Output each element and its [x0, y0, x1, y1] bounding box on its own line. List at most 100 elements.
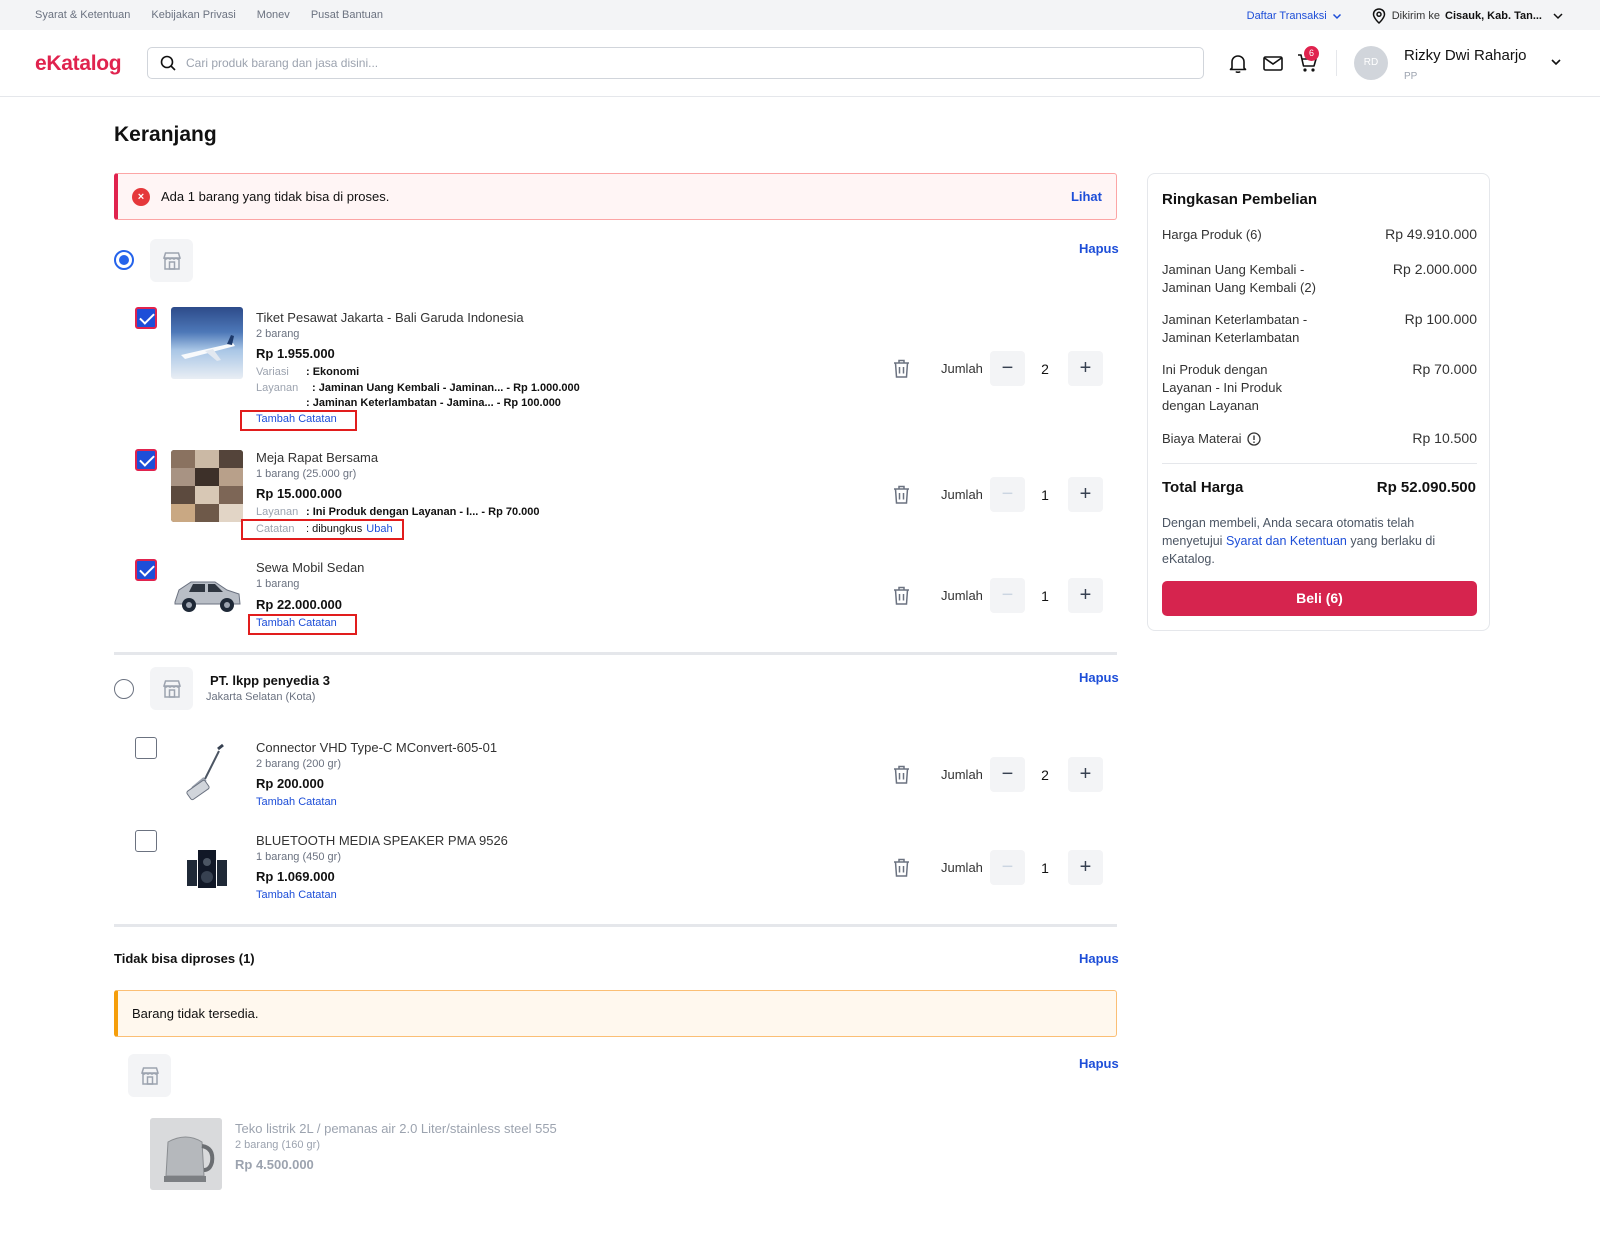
tambah-catatan-link[interactable]: Tambah Catatan [256, 617, 337, 629]
product-name[interactable]: Teko listrik 2L / pemanas air 2.0 Liter/… [235, 1121, 557, 1136]
ubah-catatan-link[interactable]: Ubah [366, 523, 392, 535]
increase-quantity-button[interactable]: + [1068, 477, 1103, 512]
item-checkbox[interactable] [135, 559, 157, 581]
decrease-quantity-button[interactable]: − [990, 578, 1025, 613]
summary-row-label-group: Biaya Materai [1162, 430, 1262, 448]
jumlah-label: Jumlah [941, 487, 983, 502]
tidak-bisa-diproses-title: Tidak bisa diproses (1) [114, 951, 255, 966]
layanan-label: Layanan [256, 382, 299, 394]
decrease-quantity-button[interactable]: − [990, 351, 1025, 386]
header-divider [1336, 50, 1337, 76]
trash-icon[interactable] [892, 764, 911, 785]
trash-icon[interactable] [892, 857, 911, 878]
product-name[interactable]: Tiket Pesawat Jakarta - Bali Garuda Indo… [256, 310, 524, 325]
product-qty-text: 2 barang (160 gr) [235, 1139, 320, 1151]
jumlah-label: Jumlah [941, 588, 983, 603]
hapus-store-button[interactable]: Hapus [1079, 670, 1119, 685]
quantity-value[interactable]: 1 [1025, 860, 1065, 876]
layanan-row: Layanan : Jaminan Uang Kembali - Jaminan… [256, 382, 580, 394]
chevron-down-icon[interactable] [1550, 57, 1562, 67]
search-bar[interactable] [147, 47, 1204, 79]
ekatalog-logo[interactable]: eKatalog [35, 52, 122, 76]
link-pusat-bantuan[interactable]: Pusat Bantuan [311, 9, 383, 21]
layanan-row-2: : Jaminan Keterlambatan - Jamina... - Rp… [306, 397, 561, 409]
layanan-value: : Jaminan Uang Kembali - Jaminan... - Rp… [312, 382, 580, 394]
summary-row-label: Ini Produk dengan Layanan - Ini Produk d… [1162, 362, 1282, 413]
product-name[interactable]: Sewa Mobil Sedan [256, 560, 364, 575]
product-qty-text: 2 barang [256, 328, 300, 340]
top-utility-bar: Syarat & Ketentuan Kebijakan Privasi Mon… [0, 0, 1600, 30]
product-image[interactable] [171, 566, 243, 638]
product-qty-text: 1 barang (25.000 gr) [256, 468, 357, 480]
jumlah-label: Jumlah [941, 767, 983, 782]
summary-divider [1162, 463, 1477, 464]
link-syarat-ketentuan[interactable]: Syarat & Ketentuan [35, 9, 130, 21]
store-icon [140, 1066, 159, 1085]
decrease-quantity-button[interactable]: − [990, 850, 1025, 885]
car-image-icon [174, 581, 241, 612]
speaker-image-icon [187, 850, 227, 888]
item-checkbox[interactable] [135, 307, 157, 329]
product-name[interactable]: Meja Rapat Bersama [256, 450, 378, 465]
terms-link[interactable]: Syarat dan Ketentuan [1226, 534, 1347, 548]
store-select-radio[interactable] [114, 250, 134, 270]
hapus-store-button[interactable]: Hapus [1079, 241, 1119, 256]
layanan-value: : Ini Produk dengan Layanan - I... - Rp … [306, 506, 540, 518]
lihat-link[interactable]: Lihat [1071, 189, 1102, 204]
terms-text: Dengan membeli, Anda secara otomatis tel… [1162, 514, 1477, 568]
link-kebijakan-privasi[interactable]: Kebijakan Privasi [151, 9, 235, 21]
decrease-quantity-button[interactable]: − [990, 757, 1025, 792]
increase-quantity-button[interactable]: + [1068, 757, 1103, 792]
product-image[interactable] [171, 450, 243, 522]
summary-row-label: Harga Produk (6) [1162, 227, 1262, 242]
utility-links: Syarat & Ketentuan Kebijakan Privasi Mon… [35, 9, 383, 21]
item-checkbox[interactable] [135, 830, 157, 852]
store-icon [162, 679, 181, 698]
info-icon[interactable] [1247, 432, 1262, 446]
bell-icon[interactable] [1226, 51, 1250, 75]
buy-button[interactable]: Beli (6) [1162, 581, 1477, 616]
item-checkbox[interactable] [135, 737, 157, 759]
store-select-radio[interactable] [114, 679, 134, 699]
search-icon [160, 55, 176, 71]
increase-quantity-button[interactable]: + [1068, 850, 1103, 885]
product-price: Rp 1.069.000 [256, 869, 335, 884]
user-name[interactable]: Rizky Dwi Raharjo [1404, 47, 1527, 64]
search-input[interactable] [186, 56, 1086, 70]
section-divider [114, 924, 1117, 927]
airplane-image-icon [181, 335, 235, 361]
tambah-catatan-link[interactable]: Tambah Catatan [256, 889, 337, 901]
increase-quantity-button[interactable]: + [1068, 351, 1103, 386]
product-image[interactable] [150, 1118, 222, 1190]
cart-count-badge: 6 [1304, 46, 1319, 61]
chevron-down-icon [1553, 13, 1563, 20]
quantity-value[interactable]: 2 [1025, 361, 1065, 377]
quantity-value[interactable]: 1 [1025, 588, 1065, 604]
decrease-quantity-button[interactable]: − [990, 477, 1025, 512]
product-image[interactable] [171, 737, 243, 809]
trash-icon[interactable] [892, 585, 911, 606]
trash-icon[interactable] [892, 484, 911, 505]
product-qty-text: 1 barang [256, 578, 300, 590]
mail-icon[interactable] [1261, 51, 1285, 75]
product-name[interactable]: BLUETOOTH MEDIA SPEAKER PMA 9526 [256, 833, 508, 848]
product-name[interactable]: Connector VHD Type-C MConvert-605-01 [256, 740, 497, 755]
hapus-store-button[interactable]: Hapus [1079, 1056, 1119, 1071]
quantity-value[interactable]: 1 [1025, 487, 1065, 503]
layanan-label: Layanan [256, 506, 299, 518]
store-name[interactable]: PT. lkpp penyedia 3 [210, 673, 330, 688]
product-image[interactable] [171, 830, 243, 902]
tambah-catatan-link[interactable]: Tambah Catatan [256, 413, 337, 425]
tambah-catatan-link[interactable]: Tambah Catatan [256, 796, 337, 808]
page-title: Keranjang [114, 123, 217, 146]
item-checkbox[interactable] [135, 449, 157, 471]
quantity-value[interactable]: 2 [1025, 767, 1065, 783]
link-monev[interactable]: Monev [257, 9, 290, 21]
product-image[interactable] [171, 307, 243, 379]
increase-quantity-button[interactable]: + [1068, 578, 1103, 613]
trash-icon[interactable] [892, 358, 911, 379]
avatar[interactable]: RD [1354, 46, 1388, 80]
hapus-unprocessable-button[interactable]: Hapus [1079, 951, 1119, 966]
daftar-transaksi-dropdown[interactable]: Daftar Transaksi [1247, 10, 1342, 22]
shipping-location[interactable]: Dikirim ke Cisauk, Kab. Tan... [1372, 8, 1564, 24]
